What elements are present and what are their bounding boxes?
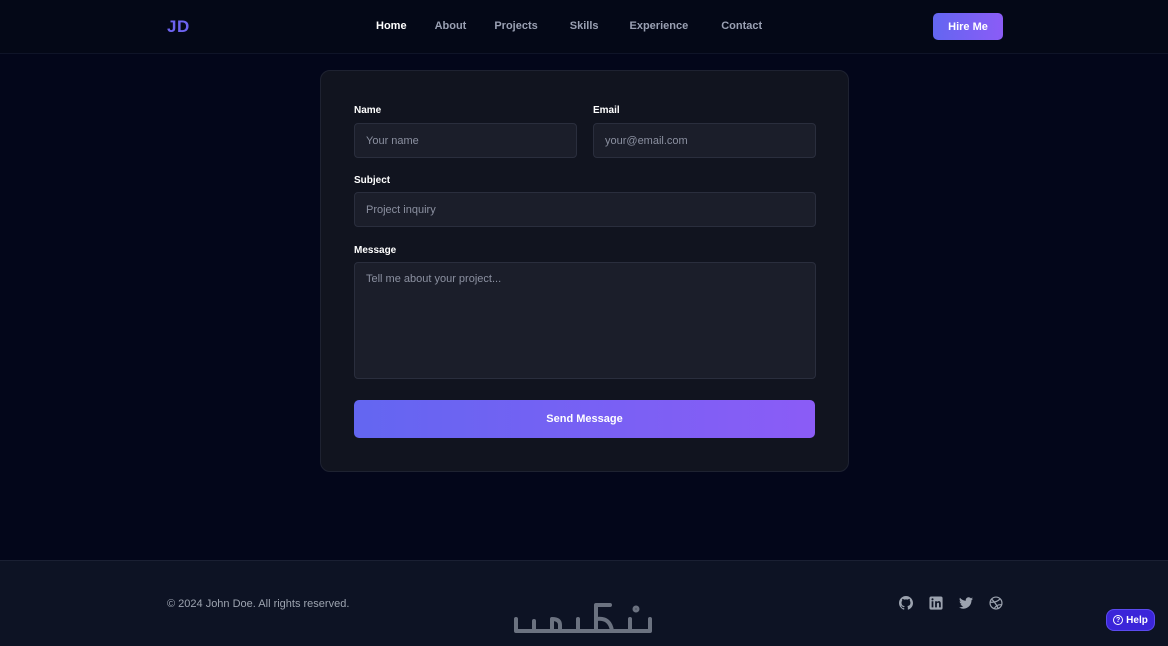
twitter-icon[interactable] <box>959 596 973 610</box>
social-links <box>899 596 1003 610</box>
nav-link-skills[interactable]: Skills <box>570 20 599 32</box>
send-message-button[interactable]: Send Message <box>354 400 815 438</box>
help-button[interactable]: ? Help <box>1106 609 1155 631</box>
logo[interactable]: JD <box>167 17 190 37</box>
name-label: Name <box>354 105 382 116</box>
nav-link-projects[interactable]: Projects <box>494 20 537 32</box>
help-icon: ? <box>1113 615 1124 625</box>
contact-form-card: Name Email Subject Message Send Message <box>320 70 849 472</box>
nav-link-about[interactable]: About <box>435 20 467 32</box>
watermark-logo <box>514 603 652 633</box>
hire-me-button[interactable]: Hire Me <box>933 13 1003 40</box>
subject-input[interactable] <box>354 192 816 227</box>
name-input[interactable] <box>354 123 577 158</box>
nav-link-experience[interactable]: Experience <box>630 20 689 32</box>
dribbble-icon[interactable] <box>989 596 1003 610</box>
nav-links: Home About Projects Skills Experience Co… <box>376 20 762 32</box>
email-label: Email <box>593 105 620 116</box>
navbar: JD Home About Projects Skills Experience… <box>0 0 1168 54</box>
nav-link-home[interactable]: Home <box>376 20 407 32</box>
github-icon[interactable] <box>899 596 913 610</box>
message-label: Message <box>354 245 397 256</box>
help-label: Help <box>1126 614 1148 626</box>
linkedin-icon[interactable] <box>929 596 943 610</box>
footer: © 2024 John Doe. All rights reserved. <box>0 560 1168 646</box>
nav-link-contact[interactable]: Contact <box>721 20 762 32</box>
copyright-text: © 2024 John Doe. All rights reserved. <box>167 598 350 610</box>
message-textarea[interactable] <box>354 262 816 379</box>
subject-label: Subject <box>354 175 391 186</box>
email-input[interactable] <box>593 123 816 158</box>
